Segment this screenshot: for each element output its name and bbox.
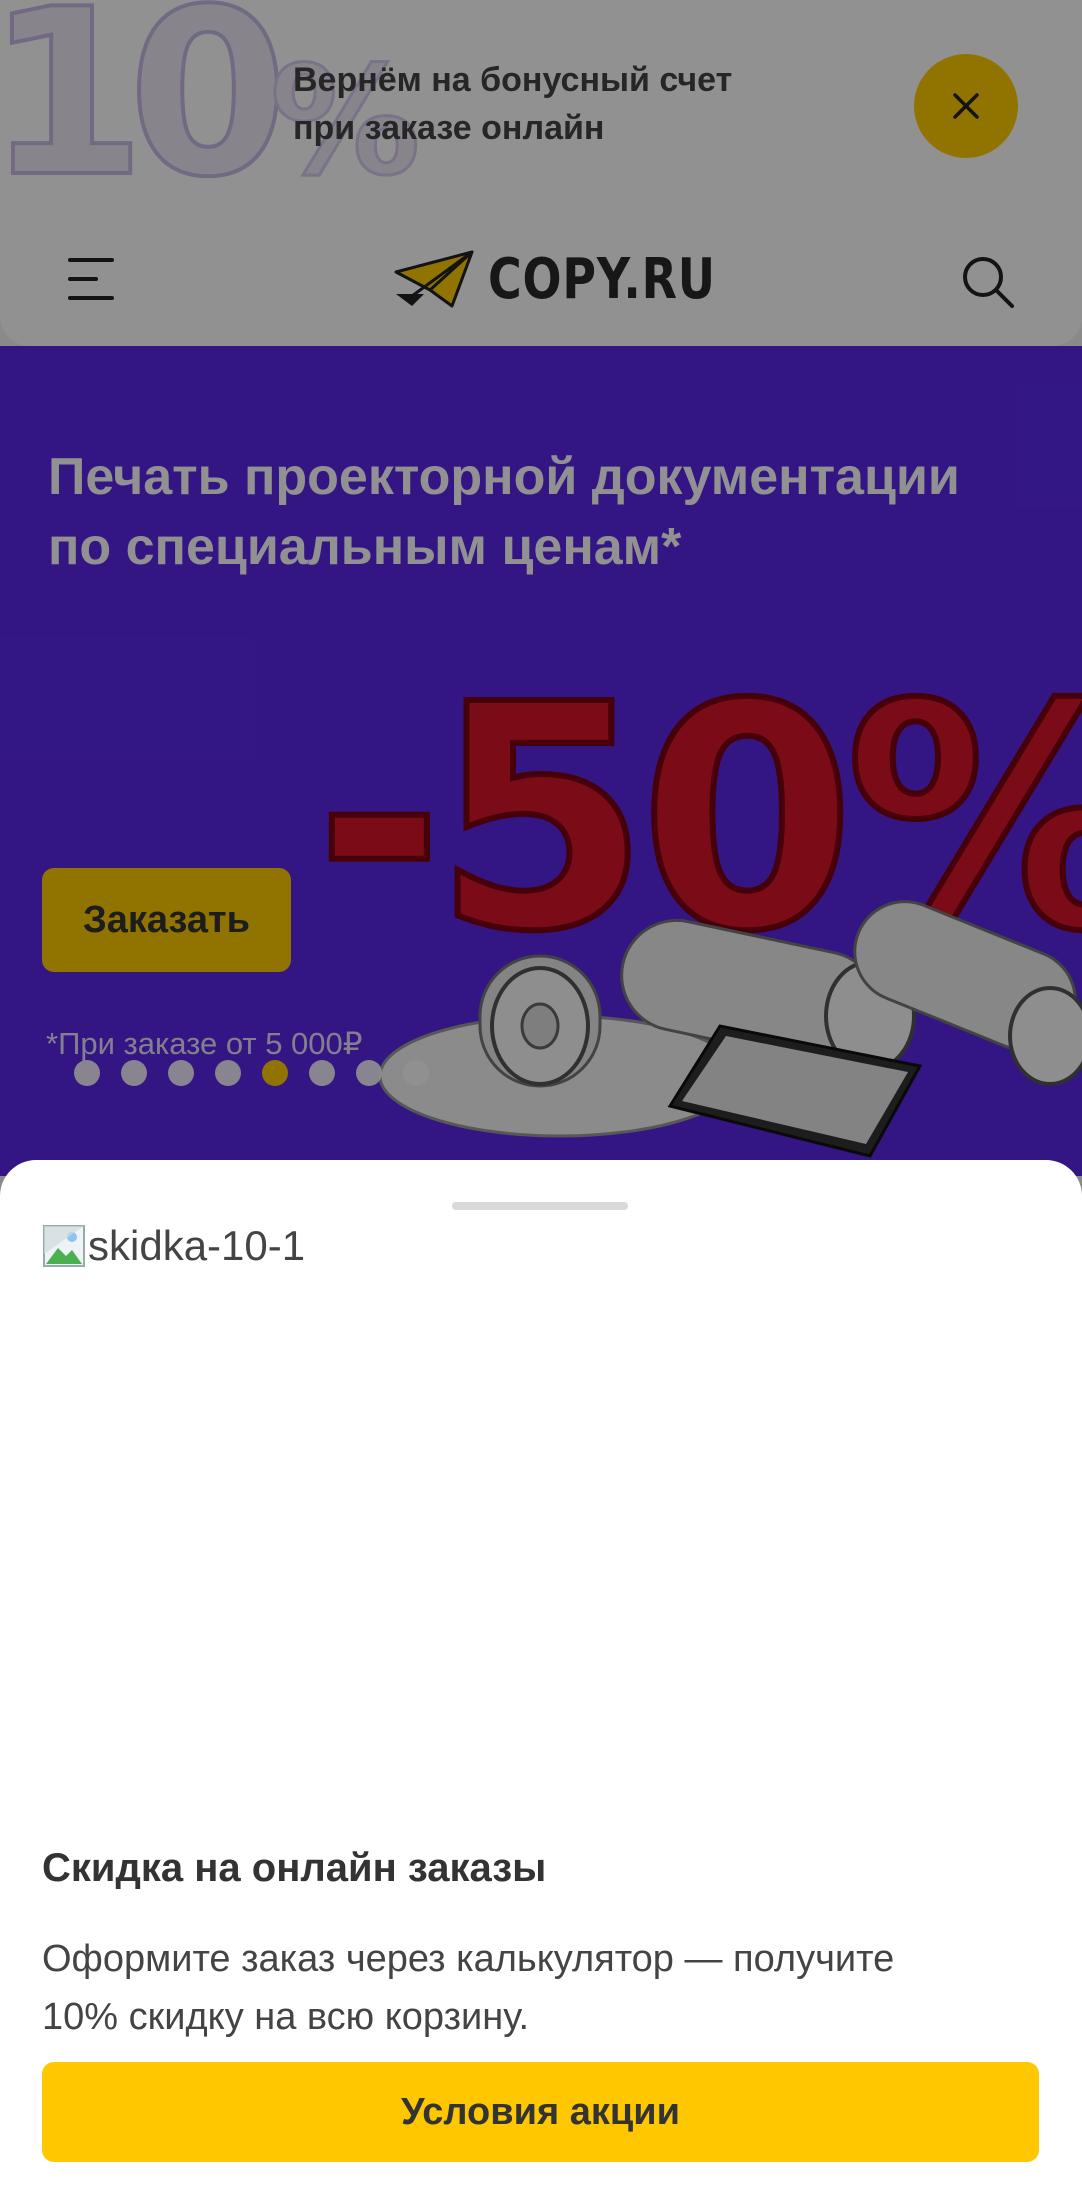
sheet-title: Скидка на онлайн заказы <box>42 1846 547 1890</box>
sheet-drag-handle[interactable] <box>452 1202 628 1210</box>
promo-terms-button[interactable]: Условия акции <box>42 2062 1039 2162</box>
sheet-description-line-1: Оформите заказ через калькулятор — получ… <box>42 1938 895 1980</box>
sheet-description: Оформите заказ через калькулятор — получ… <box>42 1930 1042 2046</box>
promo-image-alt-text: skidka-10-1 <box>88 1222 306 1269</box>
promo-bottom-sheet: skidka-10-1 Скидка на онлайн заказы Офор… <box>0 1160 1082 2202</box>
promo-image: skidka-10-1 <box>42 1222 305 1270</box>
broken-image-icon <box>42 1224 86 1268</box>
sheet-description-line-2: 10% скидку на всю корзину. <box>42 1996 530 2038</box>
